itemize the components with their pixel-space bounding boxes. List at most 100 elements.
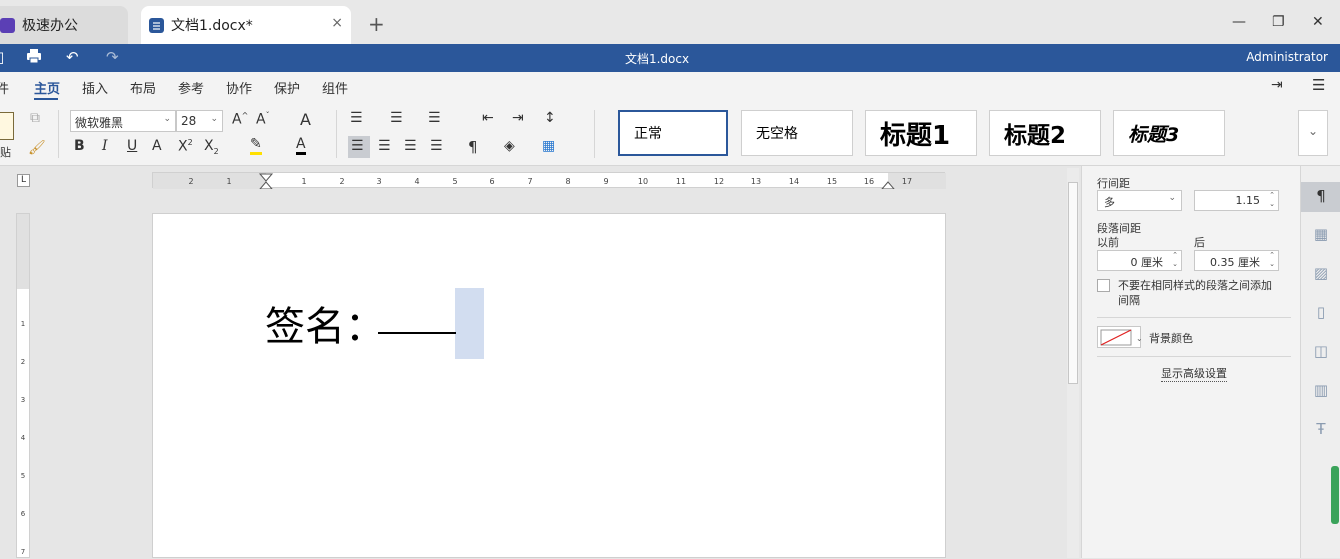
bullet-list-icon[interactable]: ☰ (350, 110, 363, 126)
header-footer-icon[interactable]: ▯ (1301, 298, 1340, 328)
numbered-list-icon[interactable]: ☰ (390, 110, 403, 126)
chart-settings-icon[interactable]: ▥ (1301, 376, 1340, 406)
svg-text:7: 7 (527, 177, 532, 186)
borders-icon[interactable]: ▦ (542, 138, 555, 154)
hamburger-menu-icon[interactable]: ☰ (1312, 76, 1325, 94)
no-space-same-style-checkbox[interactable] (1097, 279, 1110, 292)
paste-label: 贴 (0, 146, 11, 159)
font-name-select[interactable]: 微软雅黑 ⌄ (70, 110, 176, 132)
spinner-icon[interactable]: ⌃ ⌄ (1269, 191, 1275, 209)
menu-home[interactable]: 主页 (34, 78, 60, 97)
spinner-icon[interactable]: ⌃ ⌄ (1269, 251, 1275, 269)
table-settings-icon[interactable]: ▦ (1301, 220, 1340, 250)
svg-text:17: 17 (902, 177, 912, 186)
font-color-icon[interactable]: A (296, 136, 306, 155)
open-location-icon[interactable]: ⇥ (1271, 77, 1283, 93)
decrease-font-icon[interactable]: Aˇ (256, 111, 270, 128)
subscript-icon[interactable]: X2 (204, 138, 219, 156)
highlight-icon[interactable]: ✎ (250, 136, 262, 155)
svg-text:10: 10 (638, 177, 648, 186)
align-center-icon[interactable]: ☰ (378, 138, 391, 154)
svg-text:4: 4 (414, 177, 419, 186)
horizontal-ruler[interactable]: 21 1234 5678 9 10 11 12 13 14 15 16 17 (152, 172, 946, 189)
svg-text:12: 12 (714, 177, 724, 186)
menu-plugins[interactable]: 组件 (322, 78, 348, 97)
style-heading-2-label: 标题2 (1004, 123, 1067, 149)
left-nav-strip (0, 166, 14, 558)
menu-layout[interactable]: 布局 (130, 78, 156, 97)
paragraph-settings-icon[interactable]: ¶ (1301, 182, 1340, 212)
document-title: 文档1.docx (624, 52, 690, 66)
style-no-spacing[interactable]: 无空格 (741, 110, 853, 156)
increase-indent-icon[interactable]: ⇥ (512, 110, 524, 126)
paste-icon[interactable] (0, 112, 14, 140)
svg-text:14: 14 (789, 177, 799, 186)
no-space-same-style-label: 不要在相同样式的段落之间添加间隔 (1118, 279, 1272, 307)
spacing-before-input[interactable]: 0 厘米 ⌃ ⌄ (1097, 250, 1182, 271)
superscript-icon[interactable]: X2 (178, 138, 193, 155)
style-heading-3[interactable]: 标题3 (1113, 110, 1225, 156)
styles-expand-button[interactable]: ⌄ (1298, 110, 1328, 156)
align-right-icon[interactable]: ☰ (404, 138, 417, 154)
clear-format-icon[interactable]: A (300, 110, 311, 129)
scroll-indicator[interactable] (1331, 466, 1339, 524)
vertical-ruler[interactable]: 1 2 3 4 5 6 7 (16, 213, 30, 558)
scrollbar-thumb[interactable] (1068, 182, 1078, 384)
paragraph-settings-panel: 行间距 多 ⌄ 1.15 ⌃ ⌄ 段落间距 以前 后 0 厘米 ⌃ ⌄ 0.35 厘… (1081, 166, 1300, 558)
chevron-down-icon: ⌄ (210, 114, 218, 124)
menu-references[interactable]: 参考 (178, 78, 204, 97)
shape-settings-icon[interactable]: ◫ (1301, 337, 1340, 367)
strikethrough-icon[interactable]: A (152, 138, 162, 154)
new-tab-button[interactable]: + (368, 12, 385, 36)
document-icon (149, 17, 164, 33)
svg-text:7: 7 (21, 548, 25, 556)
svg-text:11: 11 (676, 177, 686, 186)
justify-icon[interactable]: ☰ (430, 138, 443, 154)
bold-icon[interactable]: B (74, 138, 85, 154)
spacing-after-input[interactable]: 0.35 厘米 ⌃ ⌄ (1194, 250, 1279, 271)
line-spacing-value-input[interactable]: 1.15 ⌃ ⌄ (1194, 190, 1279, 211)
shading-icon[interactable]: ◈ (504, 138, 515, 154)
restore-button[interactable]: ❐ (1272, 14, 1285, 30)
signature-label[interactable]: 签名： (265, 294, 385, 352)
font-size-select[interactable]: 28 ⌄ (176, 110, 223, 132)
line-spacing-icon[interactable]: ↕ (544, 110, 556, 126)
menu-file[interactable]: 件 (0, 78, 9, 97)
vertical-scrollbar[interactable] (1067, 168, 1079, 558)
line-spacing-mode-select[interactable]: 多 ⌄ (1097, 190, 1182, 211)
copy-icon[interactable]: ⧉ (30, 110, 40, 126)
svg-text:⌄: ⌄ (1136, 334, 1142, 343)
svg-text:3: 3 (21, 396, 25, 404)
style-heading-1[interactable]: 标题1 (865, 110, 977, 156)
user-name[interactable]: Administrator (1246, 50, 1328, 64)
tab-stop-selector[interactable]: L (17, 174, 30, 187)
align-left-icon: ☰ (351, 138, 364, 154)
show-advanced-settings-link[interactable]: 显示高级设置 (1161, 365, 1227, 382)
tab-close-icon[interactable]: × (331, 15, 343, 31)
multilevel-list-icon[interactable]: ☰ (428, 110, 441, 126)
svg-text:1: 1 (21, 320, 25, 328)
tab-app[interactable]: 极速办公 (0, 6, 128, 44)
pilcrow-icon[interactable]: ¶ (468, 138, 478, 156)
menu-collaborate[interactable]: 协作 (226, 78, 252, 97)
format-painter-icon[interactable]: 🖌 (28, 140, 46, 156)
style-heading-2[interactable]: 标题2 (989, 110, 1101, 156)
background-color-picker[interactable]: ⌄ (1097, 326, 1142, 348)
italic-icon[interactable]: I (102, 138, 108, 154)
tab-bar: 极速办公 文档1.docx* × + — ❐ ✕ (0, 0, 1340, 44)
decrease-indent-icon[interactable]: ⇤ (482, 110, 494, 126)
underline-icon[interactable]: U (127, 138, 137, 154)
spinner-icon[interactable]: ⌃ ⌄ (1172, 251, 1178, 269)
ribbon-toolbar: 贴 ⧉ 🖌 微软雅黑 ⌄ 28 ⌄ A^ Aˇ A B I U A X2 X2 … (0, 102, 1340, 166)
style-normal[interactable]: 正常 (618, 110, 728, 156)
minimize-button[interactable]: — (1232, 14, 1246, 30)
image-settings-icon[interactable]: ▨ (1301, 259, 1340, 289)
document-page[interactable]: 签名： (152, 213, 946, 558)
menu-insert[interactable]: 插入 (82, 78, 108, 97)
increase-font-icon[interactable]: A^ (232, 111, 248, 128)
close-window-button[interactable]: ✕ (1312, 14, 1324, 30)
text-art-icon[interactable]: Ŧ (1301, 415, 1340, 445)
menu-protect[interactable]: 保护 (274, 78, 300, 97)
signature-underline (378, 332, 456, 334)
tab-document[interactable]: 文档1.docx* × (141, 6, 351, 44)
